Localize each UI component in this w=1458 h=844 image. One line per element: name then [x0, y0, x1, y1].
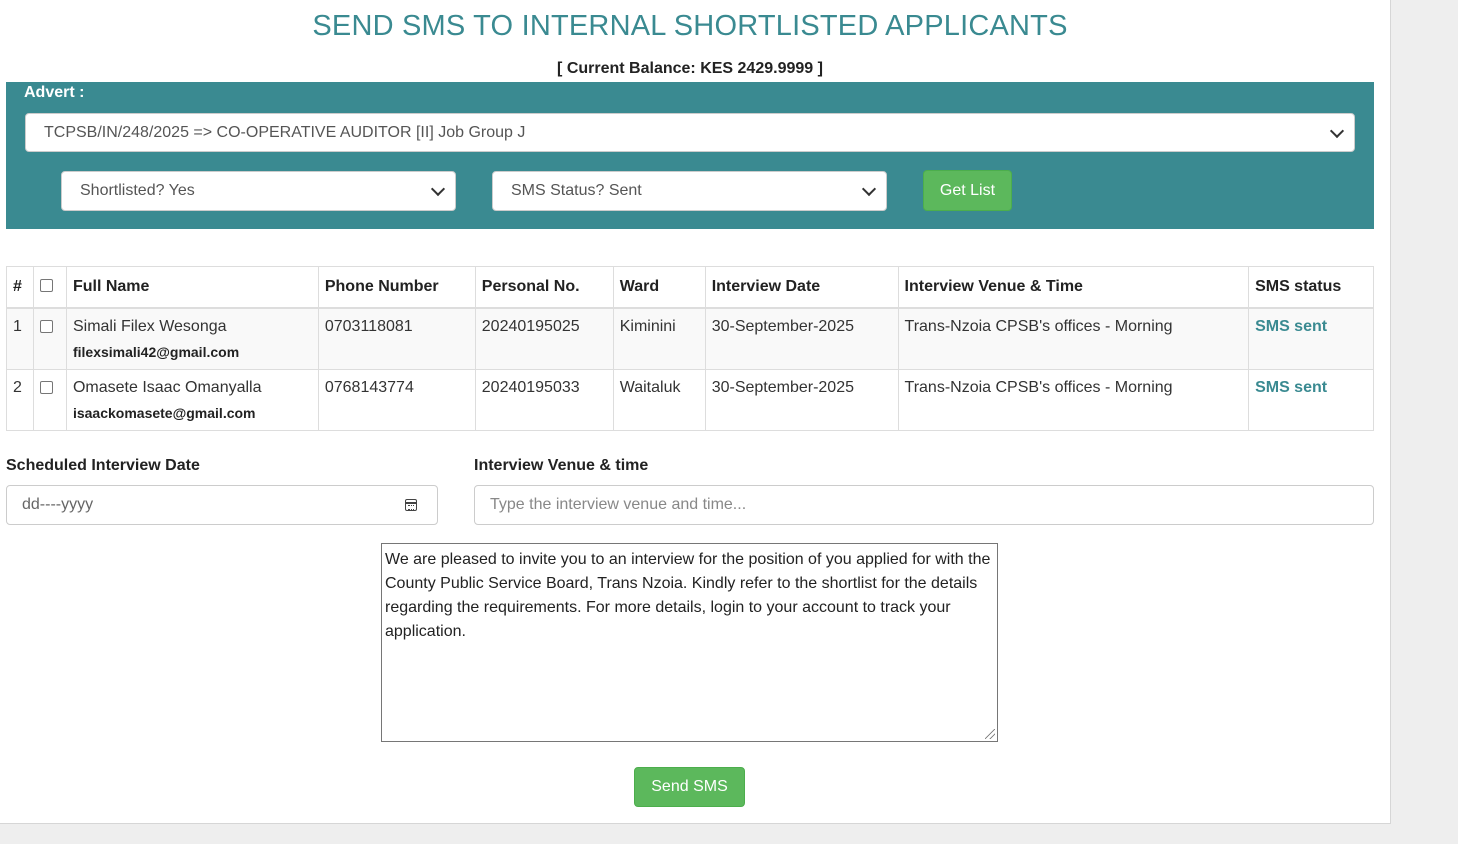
table-header-row: # Full Name Phone Number Personal No. Wa…: [6, 266, 1374, 309]
sms-message-textarea[interactable]: We are pleased to invite you to an inter…: [381, 543, 998, 742]
row-checkbox[interactable]: [39, 380, 53, 394]
row-select-cell: [32, 368, 67, 431]
chevron-down-icon: [430, 181, 446, 197]
applicant-name: Omasete Isaac Omanyalla: [72, 378, 262, 396]
row-number: 2: [6, 368, 34, 431]
send-sms-button[interactable]: Send SMS: [634, 767, 745, 807]
header-interview-date: Interview Date: [704, 266, 899, 309]
main-panel: SEND SMS TO INTERNAL SHORTLISTED APPLICA…: [0, 0, 1391, 824]
interview-venue-label: Interview Venue & time: [474, 457, 649, 474]
header-phone: Phone Number: [317, 266, 476, 309]
sms-message-text: We are pleased to invite you to an inter…: [385, 551, 991, 640]
interview-venue: Trans-Nzoia CPSB's offices - Morning: [897, 368, 1250, 431]
personal-number: 20240195033: [474, 368, 614, 431]
header-venue: Interview Venue & Time: [897, 266, 1250, 309]
interview-date-input[interactable]: dd----yyyy: [6, 485, 438, 525]
ward: Kiminini: [612, 307, 706, 370]
applicant-email: isaackomasete@gmail.com: [72, 404, 256, 421]
interview-date: 30-September-2025: [704, 307, 899, 370]
applicant-name: Simali Filex Wesonga: [72, 318, 227, 335]
interview-venue-input[interactable]: Type the interview venue and time...: [474, 485, 1374, 525]
calendar-icon[interactable]: [405, 499, 417, 511]
current-balance: [ Current Balance: KES 2429.9999 ]: [557, 60, 823, 77]
header-number: #: [6, 266, 34, 309]
resize-grip-icon[interactable]: [985, 729, 995, 739]
get-list-button[interactable]: Get List: [923, 170, 1012, 211]
interview-venue: Trans-Nzoia CPSB's offices - Morning: [897, 307, 1250, 370]
shortlisted-select-value: Shortlisted? Yes: [80, 182, 195, 199]
advert-select[interactable]: TCPSB/IN/248/2025 => CO-OPERATIVE AUDITO…: [25, 113, 1355, 152]
header-sms-status: SMS status: [1248, 266, 1374, 309]
personal-number: 20240195025: [474, 307, 614, 370]
header-full-name: Full Name: [65, 266, 319, 309]
interview-date-label: Scheduled Interview Date: [6, 457, 200, 474]
interview-date: 30-September-2025: [704, 368, 899, 431]
chevron-down-icon: [861, 181, 877, 197]
table-row: 2 Omasete Isaac Omanyalla isaackomasete@…: [6, 368, 1374, 431]
phone-number: 0768143774: [317, 368, 476, 431]
sms-status-select[interactable]: SMS Status? Sent: [492, 171, 887, 211]
row-checkbox[interactable]: [39, 320, 53, 333]
advert-select-value: TCPSB/IN/248/2025 => CO-OPERATIVE AUDITO…: [44, 123, 526, 141]
applicant-cell: Simali Filex Wesonga filexsimali42@gmail…: [65, 307, 319, 370]
chevron-down-icon: [1329, 123, 1345, 138]
ward: Waitaluk: [612, 368, 706, 431]
applicants-table: # Full Name Phone Number Personal No. Wa…: [6, 266, 1374, 431]
applicant-cell: Omasete Isaac Omanyalla isaackomasete@gm…: [65, 368, 319, 431]
header-ward: Ward: [612, 266, 706, 309]
shortlisted-select[interactable]: Shortlisted? Yes: [61, 171, 456, 211]
sms-status: SMS sent: [1248, 307, 1374, 370]
date-input-placeholder: dd----yyyy: [22, 496, 94, 513]
header-select-all: [32, 266, 67, 309]
venue-input-placeholder: Type the interview venue and time...: [490, 496, 747, 513]
sms-status-select-value: SMS Status? Sent: [511, 182, 642, 199]
row-number: 1: [6, 307, 34, 370]
select-all-checkbox[interactable]: [39, 279, 53, 292]
applicant-email: filexsimali42@gmail.com: [72, 344, 240, 360]
filter-panel: Advert : TCPSB/IN/248/2025 => CO-OPERATI…: [6, 82, 1374, 229]
page-title: SEND SMS TO INTERNAL SHORTLISTED APPLICA…: [312, 10, 1068, 42]
row-select-cell: [32, 307, 67, 370]
table-row: 1 Simali Filex Wesonga filexsimali42@gma…: [6, 307, 1374, 370]
phone-number: 0703118081: [317, 307, 476, 370]
advert-label: Advert :: [24, 84, 85, 101]
header-personal-no: Personal No.: [474, 266, 614, 309]
sms-status: SMS sent: [1248, 368, 1374, 431]
